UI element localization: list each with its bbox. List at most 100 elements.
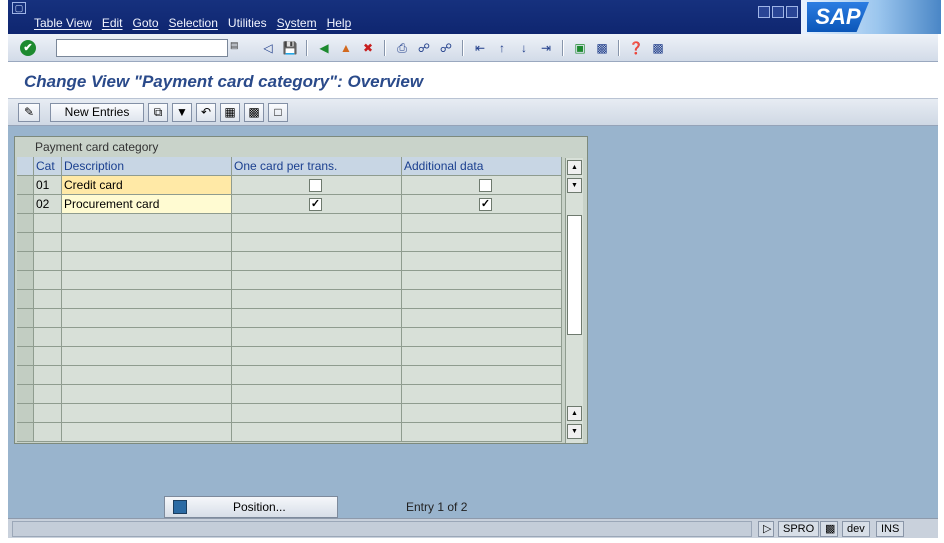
page-up-icon[interactable]: ▲ bbox=[567, 406, 582, 421]
row-selector[interactable] bbox=[17, 347, 34, 366]
help-icon[interactable]: ❓ bbox=[628, 40, 644, 56]
menu-selection[interactable]: Selection bbox=[169, 16, 218, 30]
enter-checkmark-icon[interactable]: ✔ bbox=[20, 40, 36, 56]
select-all-column-button[interactable] bbox=[17, 157, 34, 176]
cell-description-input[interactable]: Procurement card bbox=[62, 195, 232, 214]
save-icon[interactable]: 💾 bbox=[282, 40, 298, 56]
table-row bbox=[17, 404, 567, 423]
previous-page-icon[interactable]: ↑ bbox=[494, 40, 510, 56]
deselect-all-icon[interactable]: □ bbox=[268, 103, 288, 122]
position-icon bbox=[173, 500, 187, 514]
row-selector[interactable] bbox=[17, 195, 34, 214]
copy-as-icon[interactable]: ⧉ bbox=[148, 103, 168, 122]
cell-additional-data bbox=[402, 328, 562, 347]
select-all-icon[interactable]: ▦ bbox=[220, 103, 240, 122]
column-header-one-card[interactable]: One card per trans. bbox=[232, 157, 402, 176]
status-session-icon[interactable]: ▩ bbox=[820, 521, 838, 537]
create-session-icon[interactable]: ▣ bbox=[572, 40, 588, 56]
find-icon[interactable]: ☍ bbox=[416, 40, 432, 56]
toolbar-separator bbox=[306, 40, 308, 56]
one-card-checkbox[interactable] bbox=[309, 179, 322, 192]
row-selector[interactable] bbox=[17, 328, 34, 347]
position-label: Position... bbox=[233, 500, 286, 514]
cell-cat bbox=[34, 328, 62, 347]
work-area: Payment card category Cat Description On… bbox=[8, 126, 938, 518]
layout-menu-icon[interactable]: ▩ bbox=[650, 40, 666, 56]
system-menu-icon[interactable]: ▢ bbox=[12, 2, 26, 14]
arrow-left-icon[interactable]: ◁ bbox=[260, 40, 276, 56]
scroll-up-icon[interactable]: ▲ bbox=[567, 160, 582, 175]
cell-one-card bbox=[232, 347, 402, 366]
maximize-icon[interactable] bbox=[772, 6, 784, 18]
additional-data-checkbox[interactable]: ✓ bbox=[479, 198, 492, 211]
cell-one-card bbox=[232, 290, 402, 309]
menu-help[interactable]: Help bbox=[327, 16, 352, 30]
cell-additional-data bbox=[402, 252, 562, 271]
undo-change-icon[interactable]: ↶ bbox=[196, 103, 216, 122]
one-card-checkbox[interactable]: ✓ bbox=[309, 198, 322, 211]
menu-goto[interactable]: Goto bbox=[133, 16, 159, 30]
scrollbar-thumb[interactable] bbox=[567, 215, 582, 335]
cancel-icon[interactable]: ✖ bbox=[360, 40, 376, 56]
menu-utilities[interactable]: Utilities bbox=[228, 16, 267, 30]
command-history-icon[interactable]: ▤ bbox=[230, 40, 242, 54]
menu-system[interactable]: System bbox=[277, 16, 317, 30]
status-system: dev bbox=[842, 521, 870, 537]
shortcut-icon[interactable]: ▩ bbox=[594, 40, 610, 56]
print-icon[interactable]: ⎙ bbox=[394, 40, 410, 56]
scroll-down-icon[interactable]: ▼ bbox=[567, 424, 582, 439]
cell-one-card bbox=[232, 176, 402, 195]
cell-cat bbox=[34, 423, 62, 442]
cell-description bbox=[62, 328, 232, 347]
next-page-icon[interactable]: ↓ bbox=[516, 40, 532, 56]
table-row bbox=[17, 385, 567, 404]
position-button[interactable]: Position... bbox=[164, 496, 338, 518]
close-icon[interactable] bbox=[786, 6, 798, 18]
cell-additional-data bbox=[402, 404, 562, 423]
sap-logo: SAP bbox=[801, 0, 941, 34]
last-page-icon[interactable]: ⇥ bbox=[538, 40, 554, 56]
row-selector[interactable] bbox=[17, 176, 34, 195]
status-bar: ▷ SPRO ▩ dev INS bbox=[8, 518, 938, 538]
first-page-icon[interactable]: ⇤ bbox=[472, 40, 488, 56]
table-vertical-scrollbar[interactable]: ▲ ▼ ▲ ▼ bbox=[565, 158, 583, 443]
row-selector[interactable] bbox=[17, 290, 34, 309]
find-next-icon[interactable]: ☍ bbox=[438, 40, 454, 56]
toolbar-separator bbox=[618, 40, 620, 56]
row-selector[interactable] bbox=[17, 214, 34, 233]
additional-data-checkbox[interactable] bbox=[479, 179, 492, 192]
page-down-icon[interactable]: ▼ bbox=[567, 178, 582, 193]
minimize-icon[interactable] bbox=[758, 6, 770, 18]
new-entries-button[interactable]: New Entries bbox=[50, 103, 144, 122]
row-selector[interactable] bbox=[17, 252, 34, 271]
exit-icon[interactable]: ▲ bbox=[338, 40, 354, 56]
back-icon[interactable]: ◀ bbox=[316, 40, 332, 56]
menu-bar: ▢ Table View Edit Goto Selection Utiliti… bbox=[8, 0, 941, 34]
row-selector[interactable] bbox=[17, 404, 34, 423]
delete-icon[interactable]: ▼ bbox=[172, 103, 192, 122]
column-header-description[interactable]: Description bbox=[62, 157, 232, 176]
command-field[interactable] bbox=[56, 39, 228, 57]
cell-description bbox=[62, 423, 232, 442]
cell-one-card bbox=[232, 385, 402, 404]
select-block-icon[interactable]: ▩ bbox=[244, 103, 264, 122]
menu-edit[interactable]: Edit bbox=[102, 16, 123, 30]
row-selector[interactable] bbox=[17, 423, 34, 442]
table-row bbox=[17, 347, 567, 366]
cell-cat bbox=[34, 309, 62, 328]
standard-toolbar: ✔ ▤ ◁ 💾 ◀ ▲ ✖ ⎙ ☍ ☍ ⇤ ↑ ↓ ⇥ ▣ ▩ ❓ ▩ bbox=[8, 34, 938, 62]
column-header-cat[interactable]: Cat bbox=[34, 157, 62, 176]
column-header-additional-data[interactable]: Additional data bbox=[402, 157, 562, 176]
menu-table-view[interactable]: Table View bbox=[34, 16, 92, 30]
status-expand-icon[interactable]: ▷ bbox=[758, 521, 774, 537]
toolbar-separator bbox=[462, 40, 464, 56]
row-selector[interactable] bbox=[17, 366, 34, 385]
cell-description-input[interactable]: Credit card bbox=[62, 176, 232, 195]
row-selector[interactable] bbox=[17, 385, 34, 404]
row-selector[interactable] bbox=[17, 233, 34, 252]
row-selector[interactable] bbox=[17, 309, 34, 328]
row-selector[interactable] bbox=[17, 271, 34, 290]
cell-cat bbox=[34, 366, 62, 385]
cell-description bbox=[62, 404, 232, 423]
display-change-icon[interactable]: ✎ bbox=[18, 103, 40, 122]
